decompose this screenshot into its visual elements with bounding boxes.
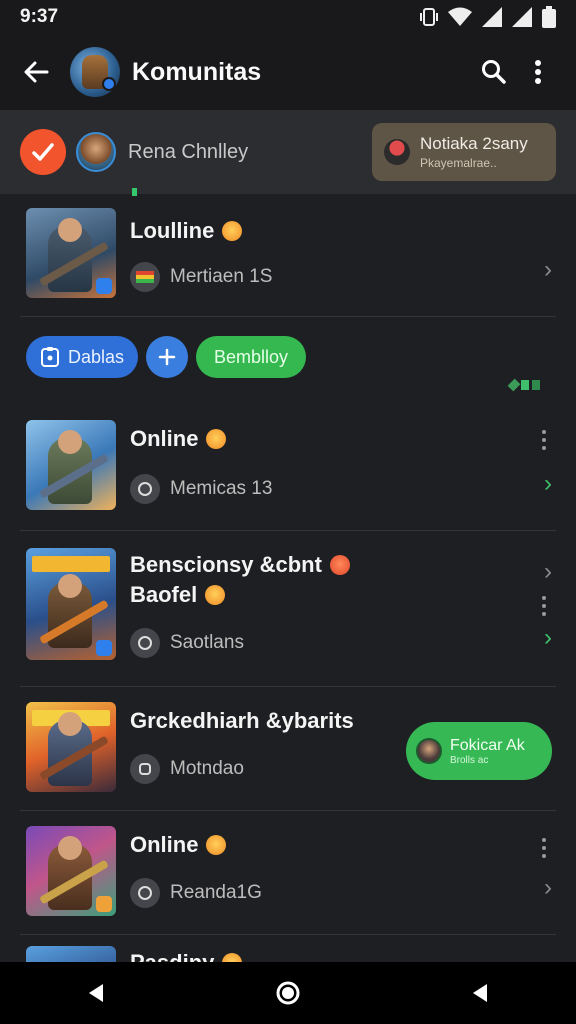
pill-title: Fokicar Ak <box>450 736 525 754</box>
status-bar: 9:37 <box>0 0 576 34</box>
emoji-icon <box>206 429 227 449</box>
item-title: Grckedhiarh &ybarits <box>130 708 354 733</box>
filter-chips: Dablas Bemblloy <box>26 336 307 378</box>
divider <box>20 316 556 317</box>
chip-bemblloy[interactable]: Bemblloy <box>196 336 307 378</box>
pill-subtitle: Brolls ac <box>450 754 489 766</box>
divider <box>20 686 556 687</box>
list-item[interactable]: Online Memicas 13 › <box>20 420 556 516</box>
game-thumbnail <box>26 702 116 792</box>
notification-text: Notiaka 2sany Pkayemalrae.. <box>420 134 528 170</box>
item-meta: Memicas 13 <box>170 478 273 499</box>
game-thumbnail <box>26 826 116 916</box>
chevron-right-icon[interactable]: › <box>544 624 552 652</box>
pill-avatar <box>416 738 442 764</box>
avatar-badge <box>102 77 116 91</box>
emoji-icon <box>222 221 243 241</box>
chip-dablas[interactable]: Dablas <box>26 336 139 378</box>
item-meta: Motndao <box>170 758 244 779</box>
nav-home-button[interactable] <box>268 973 308 1013</box>
notification-avatar-icon <box>384 139 410 165</box>
game-thumbnail <box>26 420 116 510</box>
list-item[interactable]: Online Reanda1G › <box>20 826 556 922</box>
pill-text: Fokicar Ak Brolls ac <box>450 737 525 766</box>
nav-back-button[interactable] <box>76 973 116 1013</box>
chip-label: Bemblloy <box>214 346 289 367</box>
mini-indicator <box>507 378 540 392</box>
chip-label: Dablas <box>68 346 125 367</box>
item-title-line2: Baofel <box>130 582 198 607</box>
user-name: Rena Chnlley <box>128 140 249 163</box>
shield-icon <box>130 754 160 784</box>
divider <box>20 530 556 531</box>
emoji-icon <box>329 555 350 575</box>
flag-icon <box>130 262 160 292</box>
game-thumbnail <box>26 548 116 660</box>
divider <box>20 934 556 935</box>
search-icon <box>482 60 506 84</box>
chevron-right-icon[interactable]: › <box>544 558 552 586</box>
user-avatar[interactable] <box>76 132 116 172</box>
nav-recents-icon <box>473 984 487 1002</box>
notification-card[interactable]: Notiaka 2sany Pkayemalrae.. <box>372 123 556 181</box>
emoji-icon <box>206 835 227 855</box>
wifi-icon <box>448 7 472 26</box>
chevron-right-icon[interactable]: › <box>544 874 552 902</box>
signal-icon <box>482 7 502 27</box>
community-avatar[interactable] <box>70 47 120 97</box>
chevron-right-icon[interactable]: › <box>544 470 552 498</box>
list-item[interactable]: Benscionsy &cbnt Baofel Saotlans › › <box>20 548 556 664</box>
nav-back-icon <box>89 984 103 1002</box>
app-logo-button[interactable] <box>20 129 66 175</box>
item-meta: Reanda1G <box>170 882 262 903</box>
plus-icon <box>158 348 176 366</box>
notification-subtitle: Pkayemalrae.. <box>420 156 497 170</box>
shield-icon <box>130 628 160 658</box>
indicator-mark <box>132 188 137 196</box>
shield-icon <box>130 474 160 504</box>
logo-icon <box>32 143 54 161</box>
item-meta: Saotlans <box>170 632 244 653</box>
arrow-left-icon <box>24 61 49 83</box>
app-bar: Komunitas <box>0 34 576 110</box>
nav-home-icon <box>276 981 300 1005</box>
shield-icon <box>130 878 160 908</box>
list-item[interactable]: Loulline Mertiaen 1S › <box>20 208 556 304</box>
battery-icon <box>542 6 556 28</box>
divider <box>20 810 556 811</box>
item-meta: Mertiaen 1S <box>170 266 273 287</box>
more-options-button[interactable] <box>516 50 560 94</box>
clipboard-icon <box>41 347 59 367</box>
vibrate-icon <box>420 8 438 26</box>
system-nav-bar <box>0 962 576 1024</box>
action-pill-button[interactable]: Fokicar Ak Brolls ac <box>406 722 552 780</box>
chevron-right-icon[interactable]: › <box>544 256 552 284</box>
more-vert-icon <box>535 60 541 84</box>
more-vert-icon[interactable] <box>542 596 548 616</box>
back-button[interactable] <box>16 52 56 92</box>
notification-title: Notiaka 2sany <box>420 134 528 153</box>
status-time: 9:37 <box>20 6 59 27</box>
more-vert-icon[interactable] <box>542 838 548 858</box>
item-title: Online <box>130 426 199 451</box>
emoji-icon <box>205 585 226 605</box>
page-title: Komunitas <box>132 57 262 86</box>
item-title: Loulline <box>130 218 215 243</box>
more-vert-icon[interactable] <box>542 430 548 450</box>
nav-recents-button[interactable] <box>460 973 500 1013</box>
signal-icon <box>512 7 532 27</box>
item-title: Online <box>130 832 199 857</box>
search-button[interactable] <box>472 50 516 94</box>
chip-add[interactable] <box>146 336 189 378</box>
community-header: Rena Chnlley Notiaka 2sany Pkayemalrae.. <box>0 110 576 194</box>
game-thumbnail <box>26 208 116 298</box>
status-icons <box>420 6 556 28</box>
item-title: Benscionsy &cbnt <box>130 552 322 577</box>
